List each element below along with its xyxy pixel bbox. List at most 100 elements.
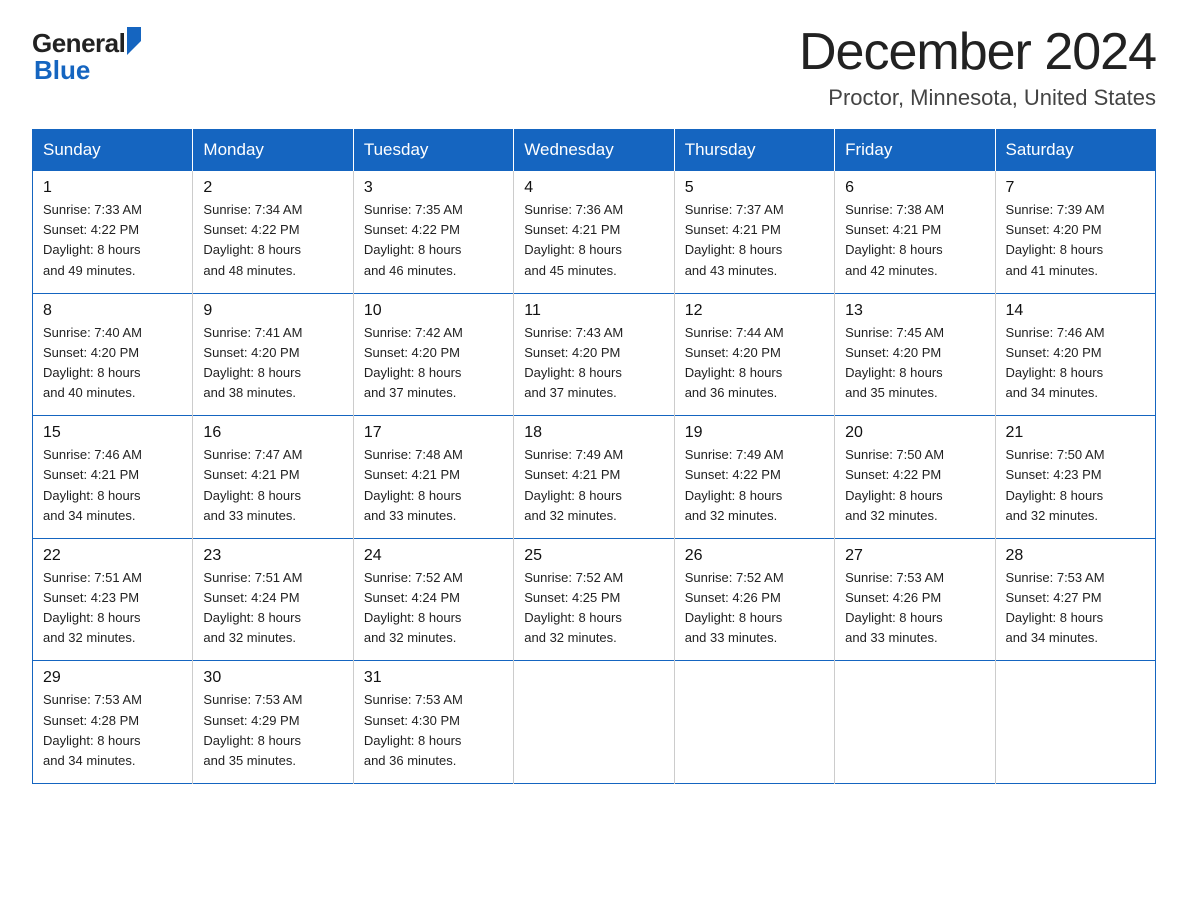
day-info: Sunrise: 7:46 AMSunset: 4:21 PMDaylight:… [43, 445, 182, 526]
day-number: 14 [1006, 302, 1145, 320]
calendar-cell: 24 Sunrise: 7:52 AMSunset: 4:24 PMDaylig… [353, 538, 513, 661]
day-number: 6 [845, 179, 984, 197]
day-number: 21 [1006, 424, 1145, 442]
calendar-cell: 27 Sunrise: 7:53 AMSunset: 4:26 PMDaylig… [835, 538, 995, 661]
calendar-header: SundayMondayTuesdayWednesdayThursdayFrid… [33, 130, 1156, 171]
calendar: SundayMondayTuesdayWednesdayThursdayFrid… [32, 129, 1156, 784]
day-number: 26 [685, 547, 824, 565]
day-info: Sunrise: 7:50 AMSunset: 4:22 PMDaylight:… [845, 445, 984, 526]
day-number: 17 [364, 424, 503, 442]
day-number: 29 [43, 669, 182, 687]
logo: General Blue [32, 28, 141, 86]
calendar-cell: 4 Sunrise: 7:36 AMSunset: 4:21 PMDayligh… [514, 171, 674, 294]
page: General Blue December 2024 Proctor, Minn… [0, 0, 1188, 808]
weekday-header-friday: Friday [835, 130, 995, 171]
logo-blue-text: Blue [34, 55, 90, 86]
header: General Blue December 2024 Proctor, Minn… [32, 24, 1156, 111]
weekday-header-tuesday: Tuesday [353, 130, 513, 171]
week-row-4: 22 Sunrise: 7:51 AMSunset: 4:23 PMDaylig… [33, 538, 1156, 661]
day-info: Sunrise: 7:40 AMSunset: 4:20 PMDaylight:… [43, 323, 182, 404]
day-info: Sunrise: 7:51 AMSunset: 4:24 PMDaylight:… [203, 568, 342, 649]
day-number: 2 [203, 179, 342, 197]
calendar-cell: 7 Sunrise: 7:39 AMSunset: 4:20 PMDayligh… [995, 171, 1155, 294]
weekday-header-thursday: Thursday [674, 130, 834, 171]
calendar-cell: 14 Sunrise: 7:46 AMSunset: 4:20 PMDaylig… [995, 293, 1155, 416]
day-info: Sunrise: 7:50 AMSunset: 4:23 PMDaylight:… [1006, 445, 1145, 526]
weekday-header-saturday: Saturday [995, 130, 1155, 171]
calendar-cell: 5 Sunrise: 7:37 AMSunset: 4:21 PMDayligh… [674, 171, 834, 294]
calendar-cell: 21 Sunrise: 7:50 AMSunset: 4:23 PMDaylig… [995, 416, 1155, 539]
day-info: Sunrise: 7:36 AMSunset: 4:21 PMDaylight:… [524, 200, 663, 281]
day-info: Sunrise: 7:43 AMSunset: 4:20 PMDaylight:… [524, 323, 663, 404]
weekday-header-monday: Monday [193, 130, 353, 171]
day-number: 18 [524, 424, 663, 442]
day-info: Sunrise: 7:52 AMSunset: 4:24 PMDaylight:… [364, 568, 503, 649]
calendar-body: 1 Sunrise: 7:33 AMSunset: 4:22 PMDayligh… [33, 171, 1156, 784]
calendar-cell: 22 Sunrise: 7:51 AMSunset: 4:23 PMDaylig… [33, 538, 193, 661]
calendar-cell: 12 Sunrise: 7:44 AMSunset: 4:20 PMDaylig… [674, 293, 834, 416]
calendar-cell [674, 661, 834, 784]
calendar-cell: 16 Sunrise: 7:47 AMSunset: 4:21 PMDaylig… [193, 416, 353, 539]
day-info: Sunrise: 7:46 AMSunset: 4:20 PMDaylight:… [1006, 323, 1145, 404]
day-number: 5 [685, 179, 824, 197]
calendar-cell: 9 Sunrise: 7:41 AMSunset: 4:20 PMDayligh… [193, 293, 353, 416]
calendar-cell [835, 661, 995, 784]
day-info: Sunrise: 7:41 AMSunset: 4:20 PMDaylight:… [203, 323, 342, 404]
day-info: Sunrise: 7:49 AMSunset: 4:22 PMDaylight:… [685, 445, 824, 526]
day-info: Sunrise: 7:45 AMSunset: 4:20 PMDaylight:… [845, 323, 984, 404]
day-info: Sunrise: 7:35 AMSunset: 4:22 PMDaylight:… [364, 200, 503, 281]
calendar-cell: 29 Sunrise: 7:53 AMSunset: 4:28 PMDaylig… [33, 661, 193, 784]
day-info: Sunrise: 7:51 AMSunset: 4:23 PMDaylight:… [43, 568, 182, 649]
day-number: 20 [845, 424, 984, 442]
day-info: Sunrise: 7:53 AMSunset: 4:26 PMDaylight:… [845, 568, 984, 649]
day-info: Sunrise: 7:34 AMSunset: 4:22 PMDaylight:… [203, 200, 342, 281]
day-number: 10 [364, 302, 503, 320]
calendar-cell: 13 Sunrise: 7:45 AMSunset: 4:20 PMDaylig… [835, 293, 995, 416]
month-title: December 2024 [799, 24, 1156, 81]
day-number: 3 [364, 179, 503, 197]
day-number: 13 [845, 302, 984, 320]
calendar-cell: 1 Sunrise: 7:33 AMSunset: 4:22 PMDayligh… [33, 171, 193, 294]
day-info: Sunrise: 7:52 AMSunset: 4:25 PMDaylight:… [524, 568, 663, 649]
calendar-cell: 30 Sunrise: 7:53 AMSunset: 4:29 PMDaylig… [193, 661, 353, 784]
calendar-cell: 31 Sunrise: 7:53 AMSunset: 4:30 PMDaylig… [353, 661, 513, 784]
day-info: Sunrise: 7:39 AMSunset: 4:20 PMDaylight:… [1006, 200, 1145, 281]
location: Proctor, Minnesota, United States [799, 85, 1156, 111]
title-block: December 2024 Proctor, Minnesota, United… [799, 24, 1156, 111]
day-number: 4 [524, 179, 663, 197]
day-info: Sunrise: 7:53 AMSunset: 4:29 PMDaylight:… [203, 690, 342, 771]
calendar-cell: 28 Sunrise: 7:53 AMSunset: 4:27 PMDaylig… [995, 538, 1155, 661]
day-info: Sunrise: 7:52 AMSunset: 4:26 PMDaylight:… [685, 568, 824, 649]
calendar-cell: 15 Sunrise: 7:46 AMSunset: 4:21 PMDaylig… [33, 416, 193, 539]
day-number: 15 [43, 424, 182, 442]
weekday-header-wednesday: Wednesday [514, 130, 674, 171]
weekday-header-sunday: Sunday [33, 130, 193, 171]
day-number: 16 [203, 424, 342, 442]
day-number: 7 [1006, 179, 1145, 197]
day-info: Sunrise: 7:37 AMSunset: 4:21 PMDaylight:… [685, 200, 824, 281]
day-info: Sunrise: 7:47 AMSunset: 4:21 PMDaylight:… [203, 445, 342, 526]
calendar-cell: 26 Sunrise: 7:52 AMSunset: 4:26 PMDaylig… [674, 538, 834, 661]
day-info: Sunrise: 7:53 AMSunset: 4:28 PMDaylight:… [43, 690, 182, 771]
calendar-cell: 2 Sunrise: 7:34 AMSunset: 4:22 PMDayligh… [193, 171, 353, 294]
calendar-cell: 20 Sunrise: 7:50 AMSunset: 4:22 PMDaylig… [835, 416, 995, 539]
day-number: 9 [203, 302, 342, 320]
day-number: 30 [203, 669, 342, 687]
day-number: 22 [43, 547, 182, 565]
day-number: 28 [1006, 547, 1145, 565]
calendar-cell: 17 Sunrise: 7:48 AMSunset: 4:21 PMDaylig… [353, 416, 513, 539]
calendar-cell: 10 Sunrise: 7:42 AMSunset: 4:20 PMDaylig… [353, 293, 513, 416]
day-number: 8 [43, 302, 182, 320]
calendar-cell [995, 661, 1155, 784]
calendar-cell: 18 Sunrise: 7:49 AMSunset: 4:21 PMDaylig… [514, 416, 674, 539]
day-info: Sunrise: 7:38 AMSunset: 4:21 PMDaylight:… [845, 200, 984, 281]
calendar-cell: 19 Sunrise: 7:49 AMSunset: 4:22 PMDaylig… [674, 416, 834, 539]
days-of-week-row: SundayMondayTuesdayWednesdayThursdayFrid… [33, 130, 1156, 171]
calendar-cell: 11 Sunrise: 7:43 AMSunset: 4:20 PMDaylig… [514, 293, 674, 416]
day-info: Sunrise: 7:44 AMSunset: 4:20 PMDaylight:… [685, 323, 824, 404]
calendar-cell: 23 Sunrise: 7:51 AMSunset: 4:24 PMDaylig… [193, 538, 353, 661]
calendar-cell: 8 Sunrise: 7:40 AMSunset: 4:20 PMDayligh… [33, 293, 193, 416]
day-info: Sunrise: 7:48 AMSunset: 4:21 PMDaylight:… [364, 445, 503, 526]
week-row-3: 15 Sunrise: 7:46 AMSunset: 4:21 PMDaylig… [33, 416, 1156, 539]
day-info: Sunrise: 7:42 AMSunset: 4:20 PMDaylight:… [364, 323, 503, 404]
